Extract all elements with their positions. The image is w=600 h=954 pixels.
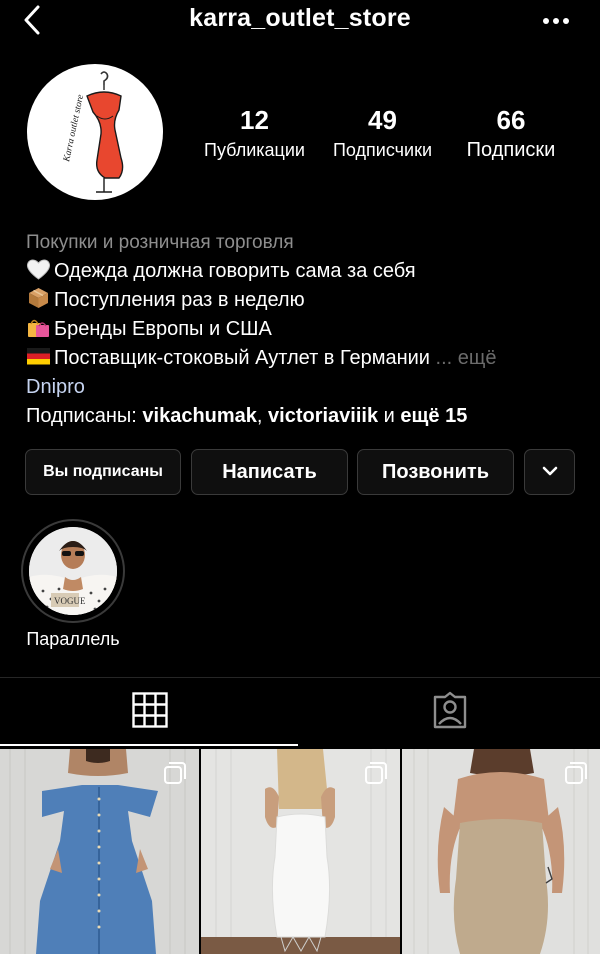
following-button[interactable]: Вы подписаны xyxy=(25,449,181,495)
message-button[interactable]: Написать xyxy=(191,449,348,495)
white-heart-icon xyxy=(26,258,51,280)
highlight-cover-image[interactable]: VOGUE xyxy=(29,527,117,615)
carousel-icon xyxy=(564,761,588,785)
more-followers[interactable]: ещё 15 xyxy=(400,405,467,427)
follower-username[interactable]: vikachumak xyxy=(142,405,257,427)
top-bar: karra_outlet_store xyxy=(0,0,600,44)
svg-text:VOGUE: VOGUE xyxy=(54,596,86,606)
post-thumbnail[interactable] xyxy=(201,749,400,954)
suggested-dropdown-button[interactable] xyxy=(524,449,575,495)
bio-text: Одежда должна говорить сама за себя xyxy=(54,260,416,282)
bio-line: Бренды Европы и США xyxy=(26,315,586,344)
bio-line: Поступления раз в неделю xyxy=(26,286,586,315)
followers-label: Подписчики xyxy=(332,140,433,160)
more-horizontal-icon[interactable] xyxy=(542,14,570,26)
profile-bio: Покупки и розничная торговля Одежда долж… xyxy=(26,228,586,431)
avatar[interactable]: Karra outlet store xyxy=(27,64,163,200)
tab-tagged[interactable] xyxy=(300,678,600,746)
bio-line: Поставщик-стоковый Аутлет в Германии ...… xyxy=(26,344,586,373)
bio-more-link[interactable]: ... ещё xyxy=(436,347,497,369)
shopping-bags-icon xyxy=(26,316,51,338)
bio-line: Одежда должна говорить сама за себя xyxy=(26,257,586,286)
following-number: 66 xyxy=(496,105,526,135)
posts-label: Публикации xyxy=(204,140,305,160)
call-button[interactable]: Позвонить xyxy=(357,449,514,495)
tab-grid[interactable] xyxy=(0,678,300,746)
carousel-icon xyxy=(364,761,388,785)
store-logo: Karra outlet store xyxy=(62,71,124,193)
tagged-user-icon xyxy=(431,691,469,734)
post-thumbnail[interactable] xyxy=(0,749,199,954)
carousel-icon xyxy=(163,761,187,785)
business-category: Покупки и розничная торговля xyxy=(26,232,294,253)
germany-flag-icon xyxy=(26,345,51,367)
posts-number: 12 xyxy=(240,105,269,135)
post-thumbnail[interactable] xyxy=(402,749,600,954)
profile-username: karra_outlet_store xyxy=(189,4,411,32)
followers-number: 49 xyxy=(368,105,397,135)
bio-text: Поставщик-стоковый Аутлет в Германии xyxy=(54,347,430,369)
active-tab-indicator xyxy=(0,744,298,746)
location-link[interactable]: Dnipro xyxy=(26,373,586,402)
highlight-label: Параллель xyxy=(26,629,120,649)
separator: , xyxy=(256,405,269,427)
bio-text: Поступления раз в неделю xyxy=(54,289,305,311)
chevron-down-icon xyxy=(542,463,558,481)
grid-icon xyxy=(132,691,168,733)
package-icon xyxy=(26,287,51,309)
follower-username[interactable]: victoriaviiik xyxy=(268,405,378,427)
followed-by-prefix: Подписаны: xyxy=(26,405,143,427)
bio-text: Бренды Европы и США xyxy=(54,318,272,340)
posts-count[interactable]: 12 Публикации xyxy=(197,104,312,162)
following-count[interactable]: 66 Подписки xyxy=(455,104,567,162)
followers-count[interactable]: 49 Подписчики xyxy=(325,104,440,162)
followed-by[interactable]: Подписаны: vikachumak, victoriaviiik и е… xyxy=(26,402,586,431)
following-label: Подписки xyxy=(466,139,556,161)
conjunction: и xyxy=(378,405,401,427)
svg-text:Karra outlet store: Karra outlet store xyxy=(62,94,86,164)
